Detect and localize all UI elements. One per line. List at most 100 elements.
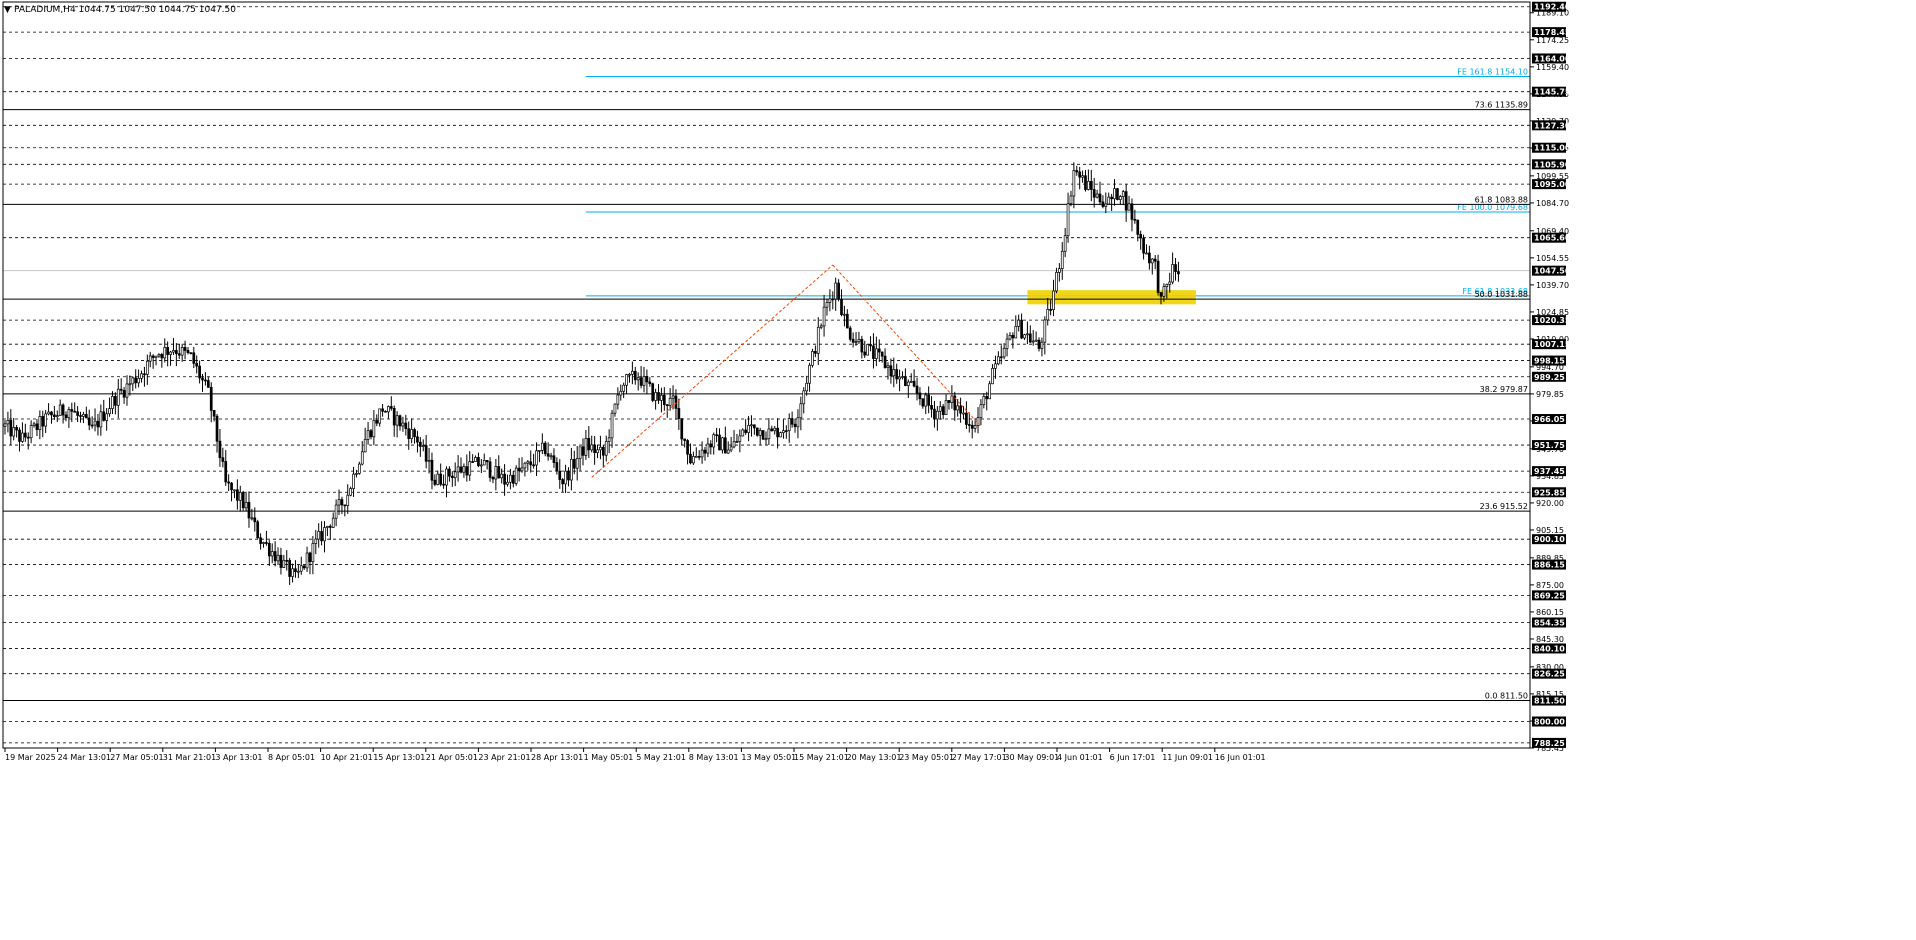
candle-body [221,457,225,462]
candle-body [1043,319,1047,343]
y-tick-label: 1084.70 [1536,199,1569,208]
candle-body [84,414,88,419]
candle-body [38,416,42,430]
fib-level-label: 61.8 1083.88 [1475,195,1528,204]
candle-body [726,449,730,454]
candle-body [416,436,419,443]
candle-body [387,406,390,413]
candle-body [517,467,521,472]
candle-body [180,347,184,356]
chart-menu-arrow-icon[interactable]: ▼ [4,5,11,15]
candle-body [700,449,704,458]
candle-body [787,418,791,432]
candle-body [538,450,541,452]
candle-body [238,492,242,501]
y-tick-label: 1039.70 [1536,281,1569,290]
candle-body [87,417,91,426]
candle-body [140,373,143,379]
candle-body [503,473,506,485]
x-tick-label: 3 Apr 13:01 [215,753,262,762]
candle-body [567,470,570,481]
candle-body [1005,338,1009,349]
candle-body [564,470,567,485]
candle-body [58,404,62,416]
candle-body [604,441,608,456]
candle-body [12,427,16,437]
candle-body [500,473,504,479]
candle-body [323,527,326,542]
candle-body [413,429,416,438]
candle-body [1014,325,1018,339]
candle-body [546,453,550,457]
candle-body [1055,272,1058,292]
candle-body [358,463,361,474]
candle-body [253,517,257,523]
candle-body [424,445,428,462]
candle-body [198,365,201,379]
candle-body [314,538,318,544]
candle-body [372,420,376,438]
candle-body [863,351,867,356]
candle-body [433,479,437,485]
candle-body [122,389,126,398]
candle-body [686,440,689,455]
candle-body [398,415,402,427]
candle-body [172,350,175,353]
candle-body [549,455,553,458]
candle-body [1031,340,1035,343]
candle-body [933,408,936,420]
x-tick-label: 23 Apr 21:01 [478,753,530,762]
candle-body [1052,290,1055,310]
candle-body [186,350,190,354]
candle-body [3,423,7,427]
candle-body [741,429,745,437]
fib-level-label: 73.6 1135.89 [1475,101,1528,110]
candle-body [590,444,594,451]
candle-body [218,440,222,459]
candle-body [26,436,30,439]
candle-body [526,461,530,464]
candle-body [1026,333,1029,336]
candle-body [758,430,762,436]
y-tick-label: 920.00 [1536,499,1564,508]
candle-body [703,449,707,454]
candle-body [1174,264,1177,272]
x-tick-label: 20 May 13:01 [847,753,902,762]
candle-body [779,432,782,438]
candle-body [157,354,161,357]
candle-body [1159,292,1163,297]
candle-body [773,427,777,432]
candle-body [64,414,68,419]
candle-body [201,377,204,381]
level-price-label: 900.10 [1534,535,1565,544]
level-price-label: 826.25 [1534,670,1565,679]
candle-body [967,424,971,426]
candle-body [657,392,660,401]
x-tick-label: 21 Apr 05:01 [426,753,478,762]
y-tick-label: 905.15 [1536,526,1564,535]
candle-body [160,354,164,359]
candle-body [918,392,922,400]
candle-body [671,395,675,399]
x-tick-label: 19 Mar 2025 [5,753,56,762]
candle-body [114,396,117,406]
candle-body [941,406,945,415]
x-tick-label: 27 Mar 05:01 [110,753,163,762]
candle-body [761,430,765,440]
candle-body [1110,196,1113,200]
candle-body [665,404,669,406]
candle-body [206,380,210,388]
candle-body [753,424,756,429]
candle-body [619,390,623,396]
candle-body [131,377,135,385]
candle-body [32,423,36,426]
candle-body [511,474,515,484]
candle-body [93,420,97,426]
candle-body [747,424,750,433]
candle-body [735,441,739,443]
level-price-label: 886.15 [1534,561,1565,570]
candle-body [1092,189,1096,198]
candle-body [712,434,716,448]
y-tick-label: 875.00 [1536,581,1564,590]
candle-body [770,428,774,432]
